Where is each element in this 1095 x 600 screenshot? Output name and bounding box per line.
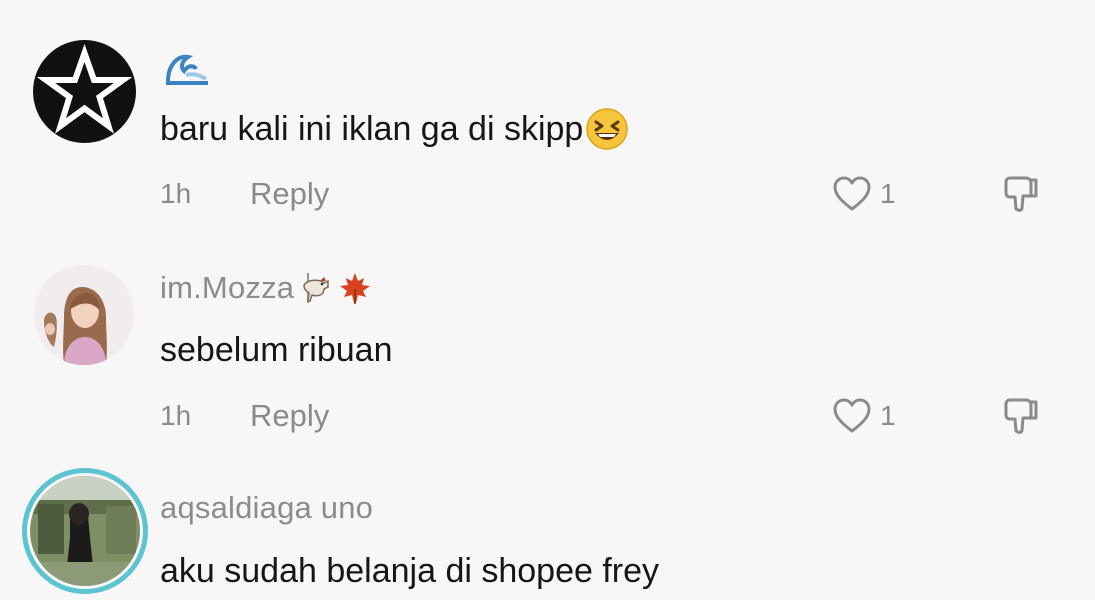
user-avatar-story-ring[interactable] [22, 468, 148, 594]
username-row: aqsaldiaga uno [160, 490, 373, 526]
outdoor-photo-icon [30, 476, 140, 586]
comment-text: aku sudah belanja di shopee frey [160, 548, 659, 594]
comment-text-content: aku sudah belanja di shopee frey [160, 551, 660, 590]
comment-3: aqsaldiaga uno aku sudah belanja di shop… [0, 0, 1095, 600]
username[interactable]: aqsaldiaga uno [160, 490, 373, 526]
